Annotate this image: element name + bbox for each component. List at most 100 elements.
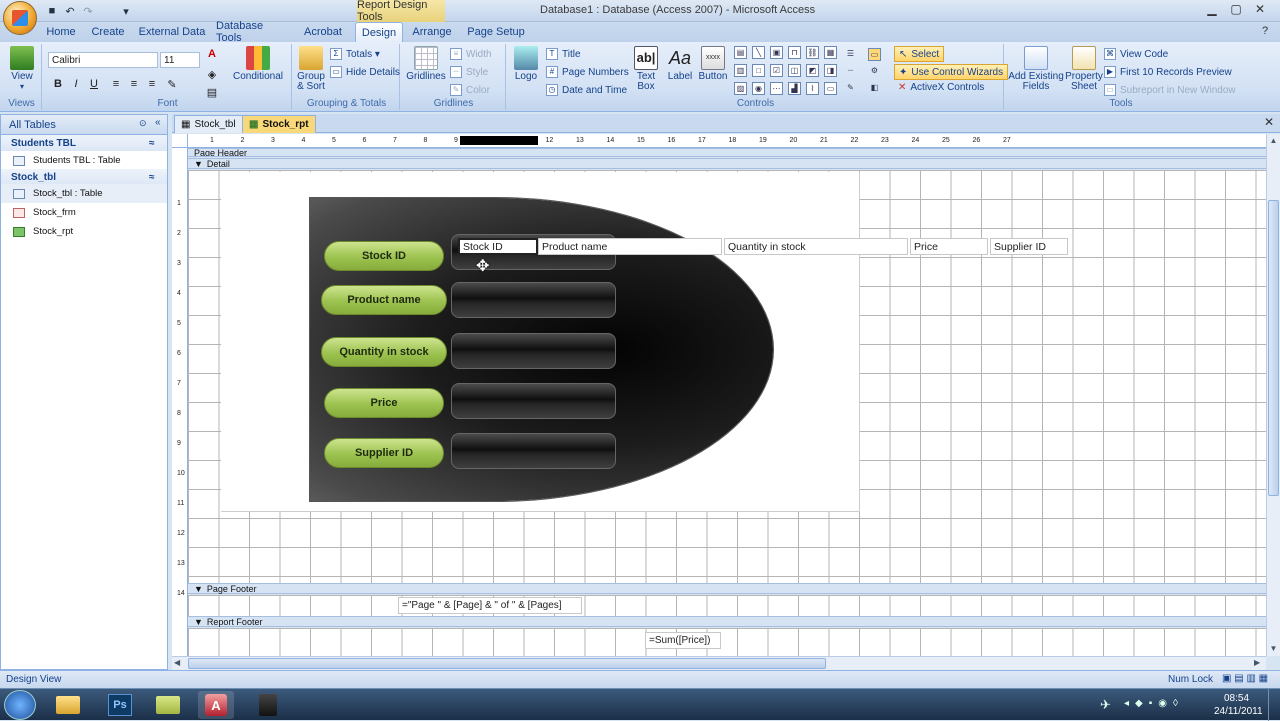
- tab-arrange[interactable]: Arrange: [410, 22, 454, 42]
- page-footer-section[interactable]: [188, 595, 1266, 616]
- field-slot[interactable]: [451, 433, 616, 469]
- italic-button[interactable]: I: [68, 76, 84, 92]
- combo-box-icon[interactable]: ▤: [734, 46, 747, 59]
- close-document-icon[interactable]: ✕: [1264, 115, 1274, 129]
- stock-id-textbox[interactable]: Stock ID: [458, 238, 538, 255]
- show-desktop-button[interactable]: [1268, 689, 1280, 721]
- tab-home[interactable]: Home: [44, 22, 78, 42]
- page-number-expression[interactable]: ="Page " & [Page] & " of " & [Pages]: [398, 597, 582, 614]
- customize-qat-icon[interactable]: ▾: [118, 3, 134, 19]
- field-slot[interactable]: [451, 383, 616, 419]
- label-product-name[interactable]: Product name: [321, 285, 447, 315]
- collapse-icon[interactable]: ≈: [149, 172, 155, 183]
- subform-icon[interactable]: ◨: [824, 64, 837, 77]
- image-icon[interactable]: ▨: [734, 82, 747, 95]
- tab-page-setup[interactable]: Page Setup: [466, 22, 526, 42]
- nav-dropdown-icon[interactable]: ⊙: [139, 118, 147, 129]
- align-left-icon[interactable]: ≡: [108, 76, 124, 92]
- width-button[interactable]: ≡ Width: [450, 48, 492, 60]
- font-name-select[interactable]: Calibri: [48, 52, 158, 68]
- rectangle-icon[interactable]: □: [752, 64, 765, 77]
- page-numbers-button[interactable]: # Page Numbers: [546, 66, 629, 78]
- list-box-icon[interactable]: ▥: [734, 64, 747, 77]
- button-button[interactable]: xxxx Button: [696, 46, 730, 82]
- add-existing-fields-button[interactable]: Add Existing Fields: [1008, 46, 1064, 92]
- taskbar-folder-icon[interactable]: [150, 691, 186, 719]
- clock-date[interactable]: 24/11/2011: [1214, 706, 1263, 717]
- toggle-icon[interactable]: ▣: [770, 46, 783, 59]
- style-button[interactable]: ┄ Style: [450, 66, 488, 78]
- view-buttons[interactable]: ▣ ▤ ▥ ▦: [1222, 673, 1268, 684]
- label-quantity[interactable]: Quantity in stock: [321, 337, 447, 367]
- nav-group-students[interactable]: Students TBL ≈: [1, 135, 167, 151]
- quantity-textbox[interactable]: Quantity in stock: [724, 238, 908, 255]
- hide-details-button[interactable]: ▭ Hide Details: [330, 66, 400, 78]
- bold-button[interactable]: B: [50, 76, 66, 92]
- detail-section-bar[interactable]: ▼ Detail: [188, 158, 1266, 169]
- line-thickness-icon[interactable]: ☰: [844, 48, 857, 61]
- horizontal-scrollbar[interactable]: ◀ ▶: [172, 656, 1266, 670]
- redo-icon[interactable]: ↷: [80, 3, 96, 19]
- option-group-icon[interactable]: ▦: [824, 46, 837, 59]
- h-scroll-thumb[interactable]: [188, 658, 826, 669]
- start-button[interactable]: [4, 690, 36, 720]
- help-icon[interactable]: ?: [1262, 25, 1268, 37]
- undo-icon[interactable]: ↶: [62, 3, 78, 19]
- label-stock-id[interactable]: Stock ID: [324, 241, 444, 271]
- scroll-right-icon[interactable]: ▶: [1254, 658, 1260, 667]
- hyperlink-icon[interactable]: ⛓: [806, 46, 819, 59]
- option-button-icon[interactable]: ◉: [752, 82, 765, 95]
- tab-external-data[interactable]: External Data: [138, 22, 206, 42]
- supplier-id-textbox[interactable]: Supplier ID: [990, 238, 1068, 255]
- tray-icons[interactable]: ◂◆▪◉◊: [1124, 698, 1184, 709]
- underline-button[interactable]: U: [86, 76, 102, 92]
- label-supplier-id[interactable]: Supplier ID: [324, 438, 444, 468]
- minimize-button[interactable]: ▁: [1200, 0, 1224, 18]
- set-control-defaults-icon[interactable]: ⚙: [868, 65, 881, 78]
- subreport-window-button[interactable]: ▭ Subreport in New Window: [1104, 84, 1236, 96]
- sum-price-expression[interactable]: =Sum([Price]): [645, 632, 721, 649]
- font-color-icon[interactable]: A: [204, 46, 220, 62]
- label-button[interactable]: Aa Label: [666, 46, 694, 82]
- doc-tab-stock-tbl[interactable]: ▦ Stock_tbl: [174, 115, 243, 133]
- office-button[interactable]: [3, 1, 37, 35]
- gridlines-button[interactable]: Gridlines: [406, 46, 446, 82]
- vertical-scrollbar[interactable]: ▲ ▼: [1266, 134, 1280, 656]
- attachment-icon[interactable]: ⌇: [806, 82, 819, 95]
- clock-time[interactable]: 08:54: [1224, 693, 1249, 704]
- label-price[interactable]: Price: [324, 388, 444, 418]
- taskbar-explorer-icon[interactable]: [50, 691, 86, 719]
- product-name-textbox[interactable]: Product name: [538, 238, 722, 255]
- field-slot[interactable]: [451, 333, 616, 369]
- bound-object-icon[interactable]: ◩: [806, 64, 819, 77]
- report-footer-section[interactable]: [188, 628, 1266, 656]
- scroll-left-icon[interactable]: ◀: [174, 658, 180, 667]
- tab-database-tools[interactable]: Database Tools: [216, 20, 290, 44]
- line-type-icon[interactable]: ┈: [844, 65, 857, 78]
- nav-collapse-icon[interactable]: «: [155, 117, 161, 128]
- checkbox-icon[interactable]: ☑: [770, 64, 783, 77]
- format-painter-icon[interactable]: ✎: [164, 76, 180, 92]
- page-footer-bar[interactable]: ▼ Page Footer: [188, 583, 1266, 594]
- report-footer-bar[interactable]: ▼ Report Footer: [188, 616, 1266, 627]
- title-button[interactable]: T Title: [546, 48, 581, 60]
- field-slot[interactable]: [451, 282, 616, 318]
- totals-button[interactable]: Σ Totals ▾: [330, 48, 380, 60]
- insert-page-icon[interactable]: ▭: [824, 82, 837, 95]
- text-box-button[interactable]: ab| Text Box: [632, 46, 660, 92]
- special-effect-icon[interactable]: ▭: [868, 48, 881, 61]
- ruler-corner[interactable]: [172, 134, 188, 148]
- select-button[interactable]: ↖ Select: [894, 46, 945, 62]
- conditional-button[interactable]: Conditional: [233, 46, 283, 82]
- line-color-picker-icon[interactable]: ✎: [844, 82, 857, 95]
- property-sheet-button[interactable]: Property Sheet: [1065, 46, 1103, 92]
- align-right-icon[interactable]: ≡: [144, 76, 160, 92]
- unbound-object-icon[interactable]: ◫: [788, 64, 801, 77]
- date-time-button[interactable]: ◷ Date and Time: [546, 84, 627, 96]
- fill-color-icon[interactable]: ◈: [204, 66, 220, 82]
- align-center-icon[interactable]: ≡: [126, 76, 142, 92]
- chart-icon[interactable]: ▟: [788, 82, 801, 95]
- view-code-button[interactable]: ⌘ View Code: [1104, 48, 1168, 60]
- taskbar-photoshop-icon[interactable]: Ps: [102, 691, 138, 719]
- group-sort-button[interactable]: Group & Sort: [296, 46, 326, 92]
